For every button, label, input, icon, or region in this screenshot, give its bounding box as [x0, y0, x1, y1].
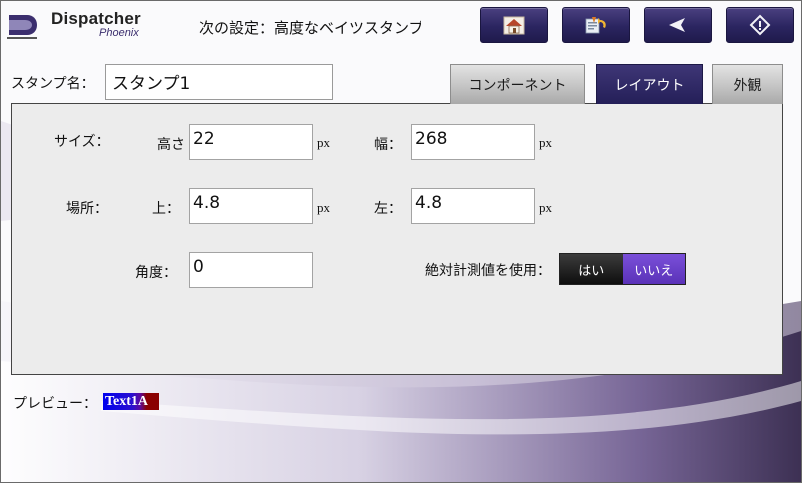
size-label: サイズ： [54, 134, 110, 150]
toggle-no-button[interactable]: いいえ [622, 254, 685, 284]
toggle-yes-button[interactable]: はい [560, 254, 623, 284]
logo-subtitle: Phoenix [99, 27, 139, 39]
height-label: 高さ [157, 137, 185, 153]
logo-mark-icon [7, 15, 37, 39]
back-arrow-icon [669, 18, 685, 32]
angle-input[interactable]: 0 [189, 252, 313, 288]
start-button[interactable] [726, 7, 794, 43]
width-unit: px [539, 135, 552, 150]
tab-components[interactable]: コンポーネント [450, 64, 585, 104]
home-icon [503, 16, 525, 35]
tab-appearance[interactable]: 外観 [712, 64, 783, 104]
height-unit: px [317, 135, 330, 150]
edit-back-button[interactable] [562, 7, 630, 43]
top-input[interactable]: 4.8 [189, 188, 313, 224]
left-input[interactable]: 4.8 [411, 188, 535, 224]
stamp-preview: Text1A [103, 393, 159, 410]
width-input[interactable]: 268 [411, 124, 535, 160]
height-input[interactable]: 22 [189, 124, 313, 160]
left-unit: px [539, 200, 552, 215]
next-setting-label: 次の設定：高度なベイツスタンプ [199, 19, 421, 37]
app-logo: Dispatcher Phoenix [7, 9, 147, 43]
preview-label: プレビュー： [13, 396, 97, 412]
tab-layout[interactable]: レイアウト [596, 64, 703, 104]
stamp-name-label: スタンプ名： [11, 76, 95, 92]
location-label: 場所： [66, 201, 108, 217]
back-button[interactable] [644, 7, 712, 43]
absolute-measure-label: 絶対計測値を使用： [425, 263, 551, 279]
stamp-name-input[interactable]: スタンプ1 [105, 64, 333, 100]
top-label: 上： [152, 201, 180, 217]
start-diamond-icon [749, 14, 771, 36]
logo-title: Dispatcher [51, 9, 141, 28]
absolute-measure-toggle: はい いいえ [559, 253, 686, 285]
width-label: 幅： [374, 137, 402, 153]
home-button[interactable] [480, 7, 548, 43]
angle-label: 角度： [135, 265, 177, 281]
edit-undo-icon [585, 17, 606, 34]
top-unit: px [317, 200, 330, 215]
left-label: 左： [374, 201, 402, 217]
